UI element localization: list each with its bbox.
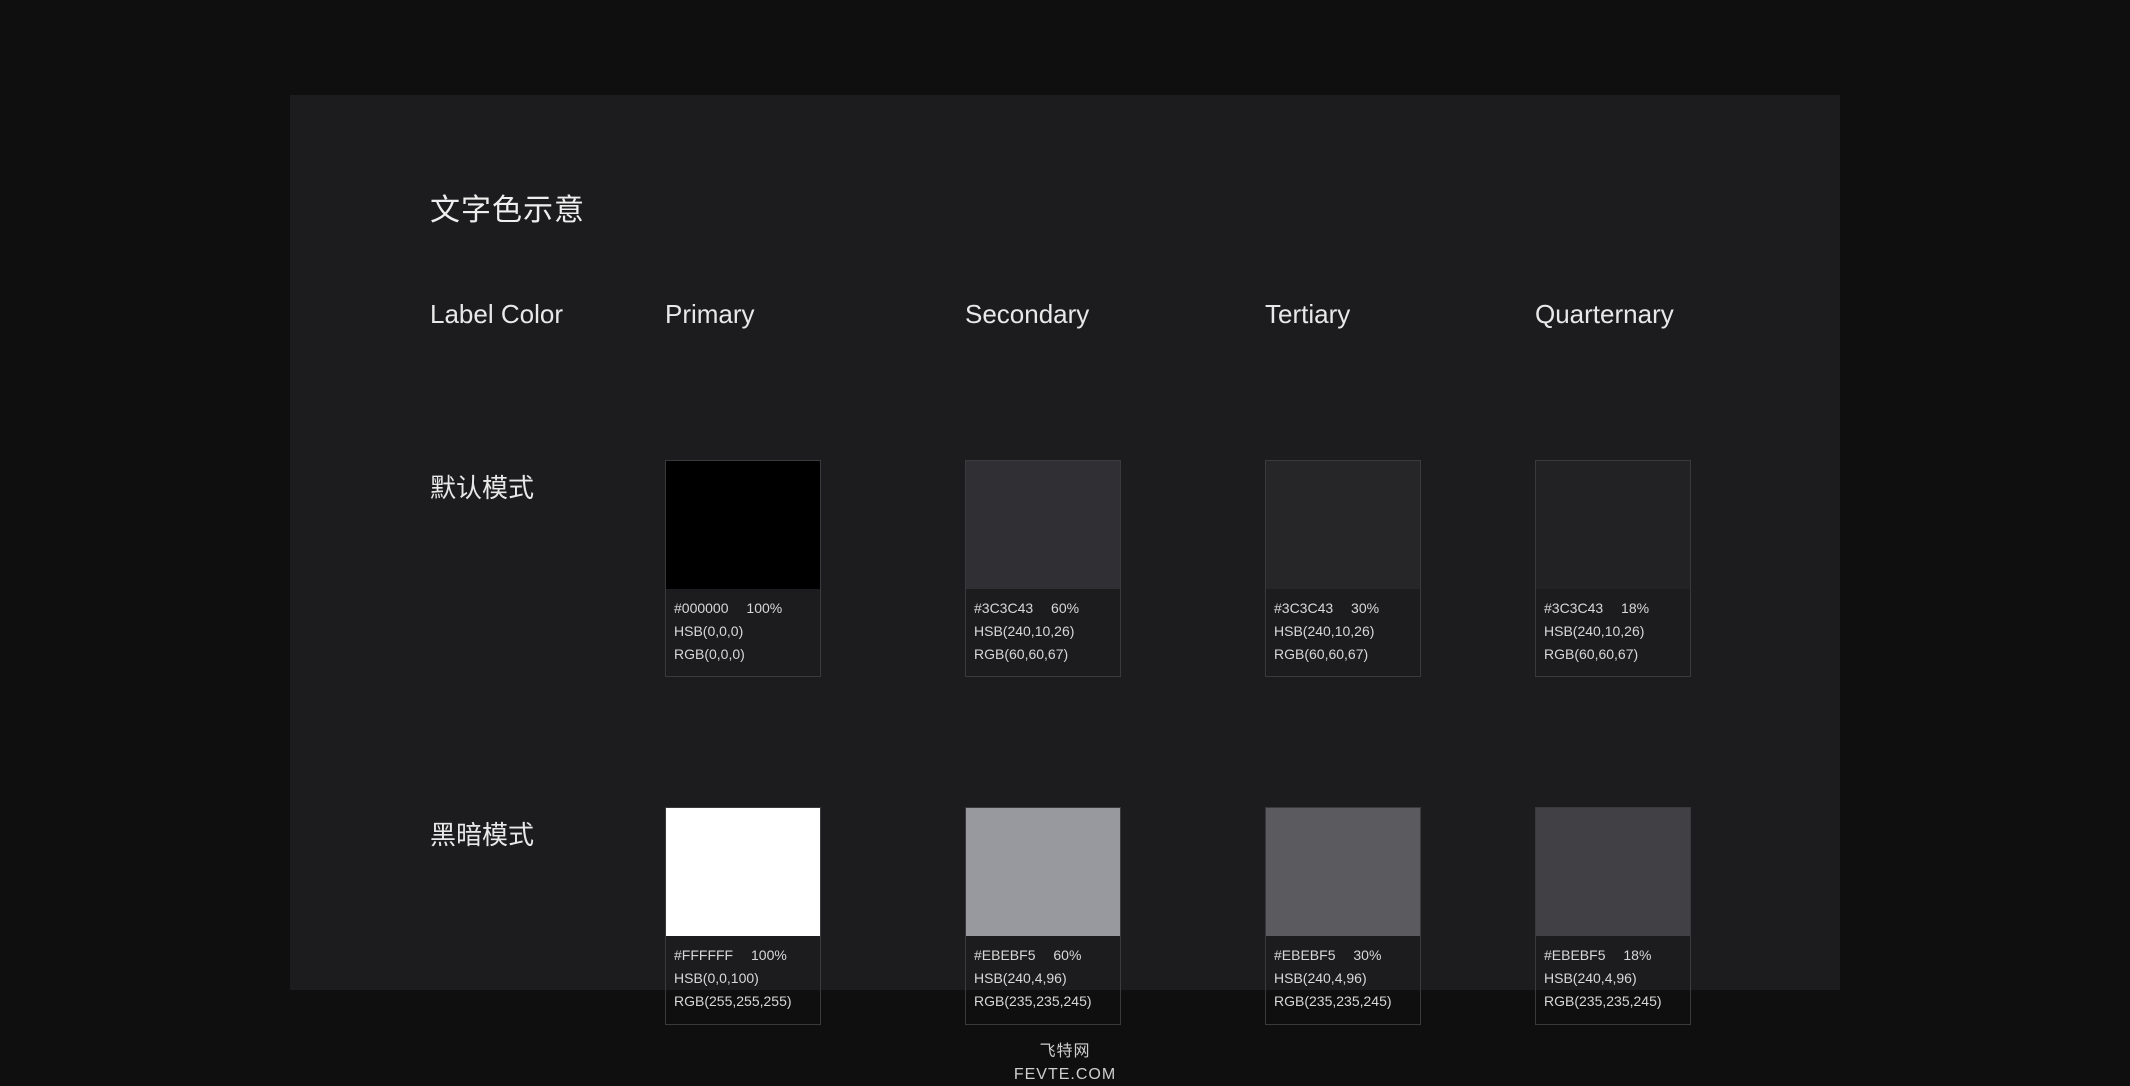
swatch-hex: #EBEBF5 — [974, 947, 1035, 963]
swatch-rgb: RGB(60,60,67) — [1274, 643, 1412, 666]
swatch-rgb: RGB(235,235,245) — [1544, 990, 1682, 1013]
swatch-pct: 18% — [1623, 947, 1651, 963]
swatch-color — [966, 808, 1120, 936]
swatch-rgb: RGB(60,60,67) — [1544, 643, 1682, 666]
col-header-secondary: Secondary — [965, 299, 1265, 330]
swatch-rgb: RGB(235,235,245) — [974, 990, 1112, 1013]
swatch-pct: 30% — [1353, 947, 1381, 963]
page-title: 文字色示意 — [430, 185, 1700, 229]
swatch-hsb: HSB(240,10,26) — [1544, 620, 1682, 643]
swatch-hex: #000000 — [674, 600, 729, 616]
swatch-color — [1266, 808, 1420, 936]
swatch-color — [1536, 461, 1690, 589]
swatch-color — [1266, 461, 1420, 589]
col-header-tertiary: Tertiary — [1265, 299, 1535, 330]
swatch-meta: #3C3C43 18% HSB(240,10,26) RGB(60,60,67) — [1536, 589, 1690, 676]
swatch-rgb: RGB(235,235,245) — [1274, 990, 1412, 1013]
swatch-meta: #EBEBF5 60% HSB(240,4,96) RGB(235,235,24… — [966, 936, 1120, 1023]
swatch-dark-quarternary: #EBEBF5 18% HSB(240,4,96) RGB(235,235,24… — [1535, 807, 1691, 1024]
footer-line2: FEVTE.COM — [0, 1063, 2130, 1086]
swatch-hex: #EBEBF5 — [1274, 947, 1335, 963]
swatch-hex: #3C3C43 — [974, 600, 1033, 616]
swatch-hsb: HSB(240,10,26) — [1274, 620, 1412, 643]
swatch-pct: 60% — [1053, 947, 1081, 963]
swatch-hsb: HSB(240,4,96) — [974, 967, 1112, 990]
swatch-rgb: RGB(255,255,255) — [674, 990, 812, 1013]
swatch-pct: 100% — [746, 600, 782, 616]
swatch-meta: #3C3C43 30% HSB(240,10,26) RGB(60,60,67) — [1266, 589, 1420, 676]
swatch-hex: #3C3C43 — [1274, 600, 1333, 616]
swatch-hsb: HSB(240,10,26) — [974, 620, 1112, 643]
swatch-color — [966, 461, 1120, 589]
swatch-rgb: RGB(60,60,67) — [974, 643, 1112, 666]
footer-line1: 飞特网 — [0, 1040, 2130, 1063]
col-header-quarternary: Quarternary — [1535, 299, 1805, 330]
swatch-dark-secondary: #EBEBF5 60% HSB(240,4,96) RGB(235,235,24… — [965, 807, 1121, 1024]
row-label-dark: 黑暗模式 — [430, 807, 665, 1024]
swatch-pct: 30% — [1351, 600, 1379, 616]
swatch-pct: 18% — [1621, 600, 1649, 616]
col-header-primary: Primary — [665, 299, 965, 330]
swatch-hsb: HSB(0,0,100) — [674, 967, 812, 990]
swatch-color — [666, 808, 820, 936]
swatch-hsb: HSB(240,4,96) — [1274, 967, 1412, 990]
swatch-meta: #3C3C43 60% HSB(240,10,26) RGB(60,60,67) — [966, 589, 1120, 676]
swatch-meta: #000000 100% HSB(0,0,0) RGB(0,0,0) — [666, 589, 820, 676]
swatch-meta: #FFFFFF 100% HSB(0,0,100) RGB(255,255,25… — [666, 936, 820, 1023]
swatch-dark-primary: #FFFFFF 100% HSB(0,0,100) RGB(255,255,25… — [665, 807, 821, 1024]
swatch-default-primary: #000000 100% HSB(0,0,0) RGB(0,0,0) — [665, 460, 821, 677]
swatch-hsb: HSB(240,4,96) — [1544, 967, 1682, 990]
swatch-color — [666, 461, 820, 589]
swatch-meta: #EBEBF5 18% HSB(240,4,96) RGB(235,235,24… — [1536, 936, 1690, 1023]
swatch-pct: 100% — [751, 947, 787, 963]
color-grid: Label Color Primary Secondary Tertiary Q… — [430, 299, 1700, 1025]
swatch-rgb: RGB(0,0,0) — [674, 643, 812, 666]
swatch-dark-tertiary: #EBEBF5 30% HSB(240,4,96) RGB(235,235,24… — [1265, 807, 1421, 1024]
swatch-meta: #EBEBF5 30% HSB(240,4,96) RGB(235,235,24… — [1266, 936, 1420, 1023]
row-label-default: 默认模式 — [430, 460, 665, 677]
swatch-default-quarternary: #3C3C43 18% HSB(240,10,26) RGB(60,60,67) — [1535, 460, 1691, 677]
swatch-default-secondary: #3C3C43 60% HSB(240,10,26) RGB(60,60,67) — [965, 460, 1121, 677]
swatch-color — [1536, 808, 1690, 936]
swatch-pct: 60% — [1051, 600, 1079, 616]
color-spec-panel: 文字色示意 Label Color Primary Secondary Tert… — [290, 95, 1840, 990]
label-color-header: Label Color — [430, 299, 665, 330]
swatch-hex: #EBEBF5 — [1544, 947, 1605, 963]
footer: 飞特网 FEVTE.COM — [0, 1040, 2130, 1086]
swatch-hex: #3C3C43 — [1544, 600, 1603, 616]
swatch-hsb: HSB(0,0,0) — [674, 620, 812, 643]
swatch-hex: #FFFFFF — [674, 947, 733, 963]
swatch-default-tertiary: #3C3C43 30% HSB(240,10,26) RGB(60,60,67) — [1265, 460, 1421, 677]
